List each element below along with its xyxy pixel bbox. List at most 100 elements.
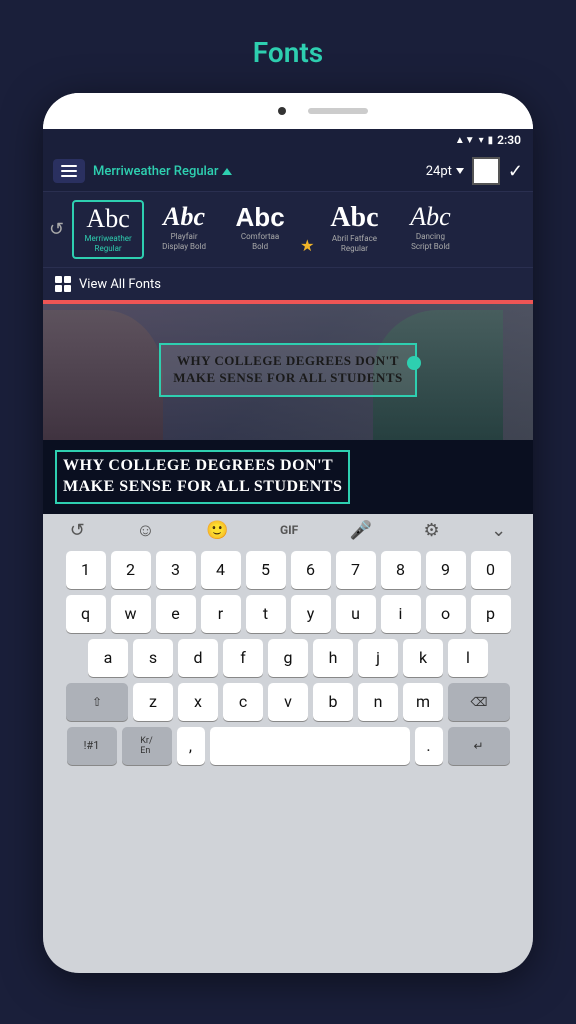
key-r[interactable]: r <box>201 595 241 633</box>
symbols-key[interactable]: !#1 <box>67 727 117 765</box>
sticker-icon[interactable]: 🙂 <box>206 520 228 541</box>
key-2[interactable]: 2 <box>111 551 151 589</box>
grid-dot-4 <box>64 285 71 292</box>
font-abc-merriweather: Abc <box>86 206 129 232</box>
key-t[interactable]: t <box>246 595 286 633</box>
font-abc-playfair: Abc <box>163 204 205 230</box>
key-p[interactable]: p <box>471 595 511 633</box>
key-c[interactable]: c <box>223 683 263 721</box>
key-3[interactable]: 3 <box>156 551 196 589</box>
text-overlay-box: WHY COLLEGE DEGREES DON'TMAKE SENSE FOR … <box>159 343 417 397</box>
comma-key[interactable]: , <box>177 727 205 765</box>
size-selector[interactable]: 24pt <box>426 164 464 179</box>
color-swatch[interactable] <box>472 157 500 185</box>
phone-speaker <box>308 108 368 114</box>
key-v[interactable]: v <box>268 683 308 721</box>
grid-dot-1 <box>55 276 62 283</box>
resize-handle[interactable] <box>407 356 421 370</box>
status-time: 2:30 <box>497 133 521 147</box>
text-edit-area[interactable]: WHY COLLEGE DEGREES DON'TMAKE SENSE FOR … <box>43 440 533 514</box>
key-b[interactable]: b <box>313 683 353 721</box>
key-8[interactable]: 8 <box>381 551 421 589</box>
key-f[interactable]: f <box>223 639 263 677</box>
keyboard: 1 2 3 4 5 6 7 8 9 0 q w e r t y u i <box>43 547 533 973</box>
key-9[interactable]: 9 <box>426 551 466 589</box>
font-preview-row: ↺ Abc MerriweatherRegular Abc PlayfairDi… <box>43 192 533 267</box>
font-abc-abril: Abc <box>330 204 378 232</box>
period-key[interactable]: . <box>415 727 443 765</box>
status-bar: ▲▼ ▾ ▮ 2:30 <box>43 129 533 151</box>
space-key[interactable] <box>210 727 410 765</box>
font-abc-comfortaa: Abc <box>236 204 285 230</box>
phone-frame: ▲▼ ▾ ▮ 2:30 Merriweather Regular 24pt <box>43 93 533 973</box>
key-s[interactable]: s <box>133 639 173 677</box>
wifi-icon: ▾ <box>479 135 484 146</box>
key-6[interactable]: 6 <box>291 551 331 589</box>
key-i[interactable]: i <box>381 595 421 633</box>
key-4[interactable]: 4 <box>201 551 241 589</box>
key-w[interactable]: w <box>111 595 151 633</box>
keyboard-row-asdf: a s d f g h j k l <box>47 639 529 677</box>
emoji-icon[interactable]: ☺ <box>136 520 154 541</box>
menu-button[interactable] <box>53 159 85 183</box>
overlay-text: WHY COLLEGE DEGREES DON'TMAKE SENSE FOR … <box>173 353 403 387</box>
hamburger-line-3 <box>61 175 77 177</box>
gif-icon[interactable]: GIF <box>280 523 298 537</box>
undo-icon[interactable]: ↺ <box>70 520 85 541</box>
font-item-comfortaa[interactable]: Abc ComfortaaBold <box>224 200 296 259</box>
mic-icon[interactable]: 🎤 <box>350 520 372 541</box>
backspace-key[interactable]: ⌫ <box>448 683 510 721</box>
key-h[interactable]: h <box>313 639 353 677</box>
grid-icon <box>55 276 71 292</box>
timer-icon: ↺ <box>49 219 64 240</box>
key-n[interactable]: n <box>358 683 398 721</box>
settings-icon[interactable]: ⚙ <box>424 520 440 541</box>
confirm-button[interactable]: ✓ <box>508 161 523 182</box>
key-5[interactable]: 5 <box>246 551 286 589</box>
key-0[interactable]: 0 <box>471 551 511 589</box>
font-item-playfair[interactable]: Abc PlayfairDisplay Bold <box>148 200 220 259</box>
font-item-abril[interactable]: Abc Abril FatfaceRegular <box>318 200 390 259</box>
font-selector-arrow <box>222 168 232 175</box>
key-l[interactable]: l <box>448 639 488 677</box>
key-q[interactable]: q <box>66 595 106 633</box>
shift-key[interactable]: ⇧ <box>66 683 128 721</box>
key-x[interactable]: x <box>178 683 218 721</box>
font-item-merriweather[interactable]: Abc MerriweatherRegular <box>72 200 144 259</box>
grid-dot-3 <box>55 285 62 292</box>
page-title: Fonts <box>253 36 323 69</box>
keyboard-row-bottom: !#1 Kr/En , . ↵ <box>47 727 529 765</box>
font-item-dancing[interactable]: Abc DancingScript Bold <box>394 200 466 259</box>
key-e[interactable]: e <box>156 595 196 633</box>
key-a[interactable]: a <box>88 639 128 677</box>
phone-camera <box>278 107 286 115</box>
view-all-fonts-button[interactable]: View All Fonts <box>43 267 533 300</box>
font-label-merriweather: MerriweatherRegular <box>85 234 132 253</box>
key-o[interactable]: o <box>426 595 466 633</box>
phone-top-bar <box>43 93 533 129</box>
view-all-label: View All Fonts <box>79 277 161 292</box>
key-u[interactable]: u <box>336 595 376 633</box>
key-j[interactable]: j <box>358 639 398 677</box>
key-1[interactable]: 1 <box>66 551 106 589</box>
key-z[interactable]: z <box>133 683 173 721</box>
chevron-down-icon[interactable]: ⌄ <box>491 520 506 541</box>
key-d[interactable]: d <box>178 639 218 677</box>
keyboard-toolbar: ↺ ☺ 🙂 GIF 🎤 ⚙ ⌄ <box>43 514 533 547</box>
status-icons: ▲▼ ▾ ▮ 2:30 <box>455 133 521 147</box>
key-k[interactable]: k <box>403 639 443 677</box>
keyboard-row-qwerty: q w e r t y u i o p <box>47 595 529 633</box>
battery-icon: ▮ <box>488 135 494 146</box>
image-area: WHY COLLEGE DEGREES DON'TMAKE SENSE FOR … <box>43 300 533 440</box>
key-m[interactable]: m <box>403 683 443 721</box>
lang-key[interactable]: Kr/En <box>122 727 172 765</box>
font-selector[interactable]: Merriweather Regular <box>93 164 232 179</box>
font-abc-dancing: Abc <box>410 204 450 230</box>
key-g[interactable]: g <box>268 639 308 677</box>
key-7[interactable]: 7 <box>336 551 376 589</box>
key-y[interactable]: y <box>291 595 331 633</box>
keyboard-row-zxcv: ⇧ z x c v b n m ⌫ <box>47 683 529 721</box>
edit-text-box: WHY COLLEGE DEGREES DON'TMAKE SENSE FOR … <box>55 450 350 504</box>
signal-icon: ▲▼ <box>455 135 475 146</box>
enter-key[interactable]: ↵ <box>448 727 510 765</box>
